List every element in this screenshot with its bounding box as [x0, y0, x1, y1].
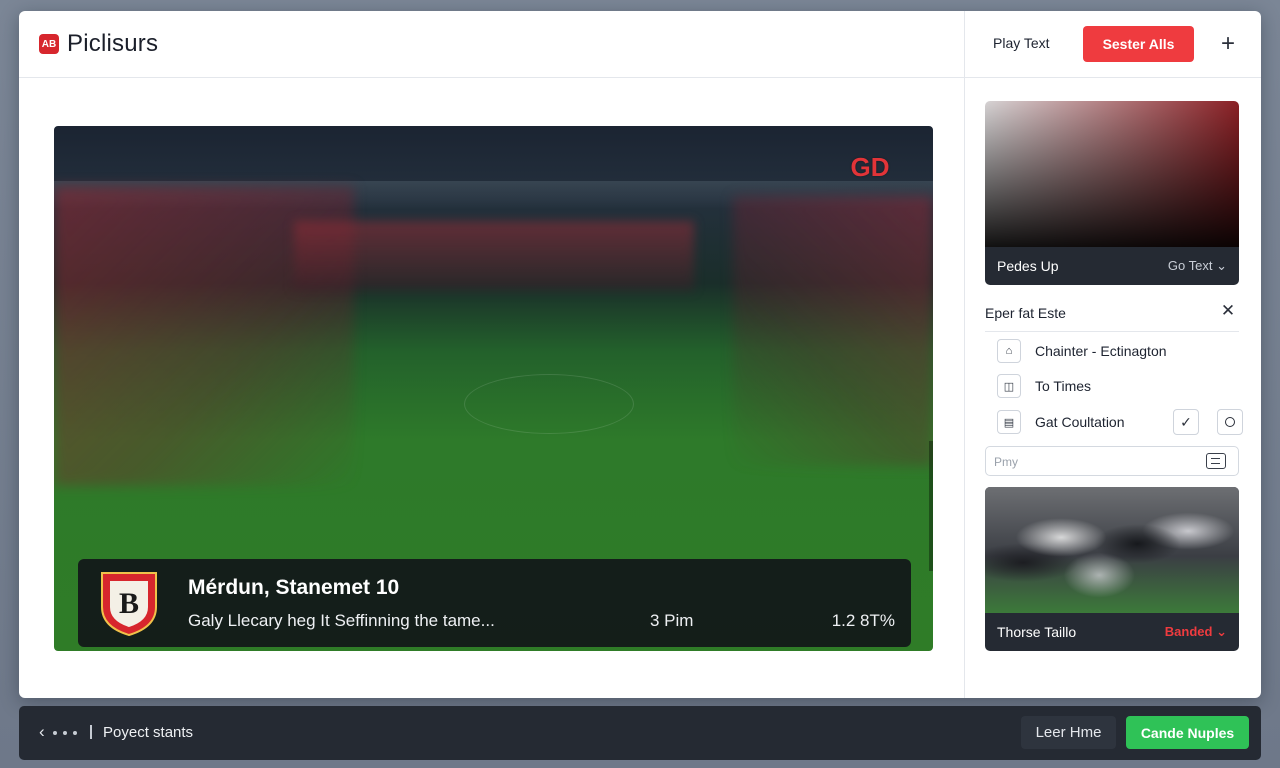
app-header: AB Piclisurs [19, 11, 964, 78]
divider-tick [90, 725, 92, 739]
match-subtitle: Galy Llecary heg It Seffinning the tame.… [188, 611, 495, 630]
match-info-bar: B Mérdun, Stanemet 10 Galy Llecary heg I… [78, 559, 911, 647]
radio-toggle[interactable] [1217, 409, 1243, 435]
project-status: Poyect stants [103, 724, 194, 741]
player-scroll-handle[interactable] [929, 441, 933, 571]
option-label: To Times [1035, 378, 1092, 394]
select-all-button[interactable]: Sester Alls [1083, 26, 1194, 62]
photo-card-label: Thorse Taillo [997, 624, 1077, 640]
option-row-1[interactable]: ⌂ Chainter - Ectinagton [997, 339, 1237, 363]
option-label: Gat Coultation [1035, 414, 1125, 430]
banded-dropdown[interactable]: Banded ⌄ [1165, 624, 1227, 640]
close-icon[interactable]: ✕ [1219, 301, 1237, 321]
match-time: 3 Pim [650, 611, 694, 630]
club-crest-icon: B [101, 572, 157, 637]
option-label: Chainter - Ectinagton [1035, 343, 1167, 359]
check-icon: ✓ [1180, 414, 1192, 430]
chevron-down-icon: ⌄ [1216, 258, 1227, 273]
options-section-title: Eper fat Este [985, 305, 1066, 321]
secondary-button[interactable]: Leer Hme [1021, 716, 1116, 749]
option-row-3[interactable]: ▤ Gat Coultation ✓ [997, 409, 1243, 435]
progress-dot [53, 731, 57, 735]
banded-dropdown-value: Banded [1164, 624, 1213, 639]
color-gradient-area[interactable] [985, 101, 1239, 247]
confirm-checkbox[interactable]: ✓ [1173, 409, 1199, 435]
app-logo-icon: AB [39, 34, 59, 54]
club-crest-letter: B [119, 587, 139, 620]
broadcaster-logo-icon: GD [844, 148, 896, 186]
go-text-dropdown-value: Go Text [1167, 258, 1213, 273]
color-picker-card: Pedes Up Go Text ⌄ [985, 101, 1239, 285]
home-icon: ⌂ [997, 339, 1021, 363]
go-text-dropdown[interactable]: Go Text ⌄ [1168, 258, 1227, 274]
app-title: Piclisurs [67, 30, 159, 57]
app-window: AB Piclisurs Play Text Sester Alls + GD … [19, 11, 1261, 698]
bag-icon: ◫ [997, 374, 1021, 398]
header-actions: Play Text Sester Alls + [965, 11, 1261, 78]
crowd-back [294, 221, 694, 291]
primary-button[interactable]: Cande Nuples [1126, 716, 1249, 749]
search-field [985, 446, 1239, 476]
plus-icon[interactable]: + [1215, 31, 1241, 57]
color-card-footer: Pedes Up Go Text ⌄ [985, 247, 1239, 285]
keyboard-icon[interactable] [1206, 453, 1226, 469]
video-player[interactable]: GD B Mérdun, Stanemet 10 Galy Llecary he… [54, 126, 933, 651]
team-celebration-image [985, 487, 1239, 613]
match-stat: 1.2 8T% [831, 611, 895, 630]
progress-dot [63, 731, 67, 735]
play-text-link[interactable]: Play Text [993, 35, 1050, 51]
color-card-label: Pedes Up [997, 258, 1059, 274]
pitch-center-circle [464, 374, 634, 434]
progress-dot [73, 731, 77, 735]
crowd-right [733, 196, 933, 466]
document-icon: ▤ [997, 410, 1021, 434]
search-input[interactable] [994, 452, 1194, 472]
photo-card-footer: Thorse Taillo Banded ⌄ [985, 613, 1239, 651]
match-title: Mérdun, Stanemet 10 [188, 576, 400, 599]
option-row-2[interactable]: ◫ To Times [997, 374, 1237, 398]
broadcaster-logo-text: GD [850, 152, 890, 182]
options-section-header: Eper fat Este ✕ [985, 301, 1239, 332]
chevron-down-icon: ⌄ [1216, 624, 1227, 639]
photo-card[interactable]: Thorse Taillo Banded ⌄ [985, 487, 1239, 651]
chevron-left-icon[interactable]: ‹ [39, 722, 45, 742]
progress-dots [53, 723, 77, 743]
bottom-toolbar: ‹ Poyect stants Leer Hme Cande Nuples [19, 706, 1261, 760]
radio-circle-icon [1225, 417, 1235, 427]
panel-divider [964, 11, 965, 698]
